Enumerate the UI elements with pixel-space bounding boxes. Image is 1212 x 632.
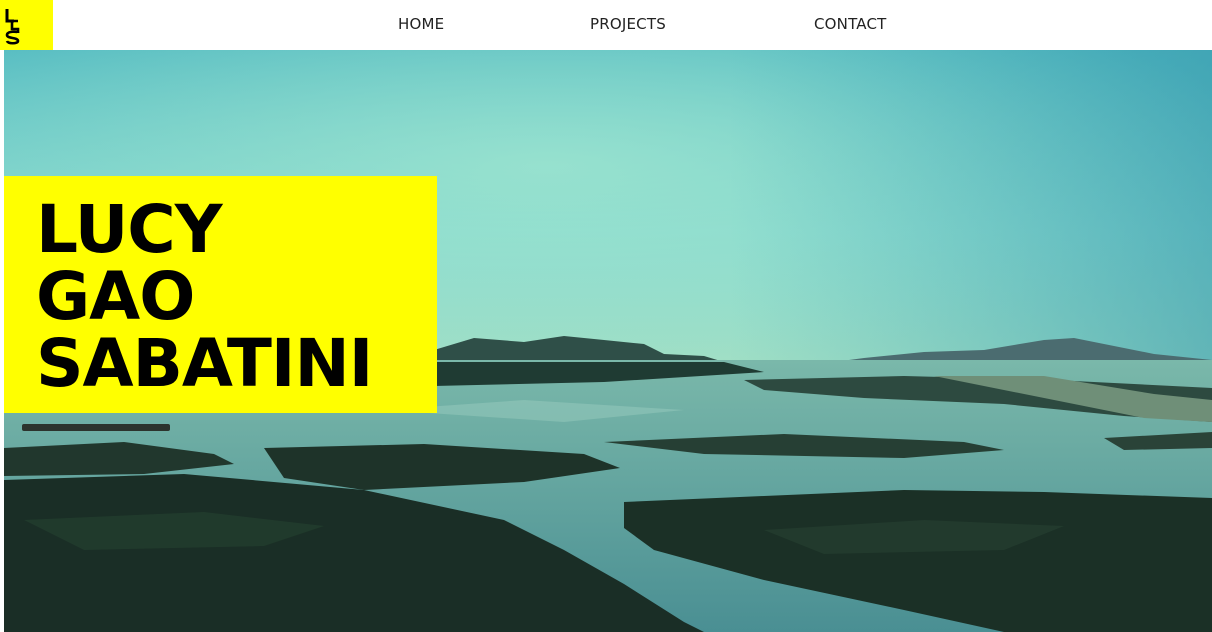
name-line-middle: GAO <box>36 258 195 335</box>
lgs-monogram-logo[interactable] <box>0 0 53 50</box>
nav-link-contact[interactable]: CONTACT <box>814 15 887 33</box>
logo-monogram-icon <box>5 9 20 45</box>
nav-link-home[interactable]: HOME <box>398 15 444 33</box>
nav-link-projects[interactable]: PROJECTS <box>590 15 666 33</box>
name-line-first: LUCY <box>36 191 223 268</box>
name-line-last: SABATINI <box>36 325 373 402</box>
artist-name-block: LUCY GAO SABATINI <box>4 176 437 413</box>
top-navigation-bar: HOME PROJECTS CONTACT <box>0 0 1212 50</box>
